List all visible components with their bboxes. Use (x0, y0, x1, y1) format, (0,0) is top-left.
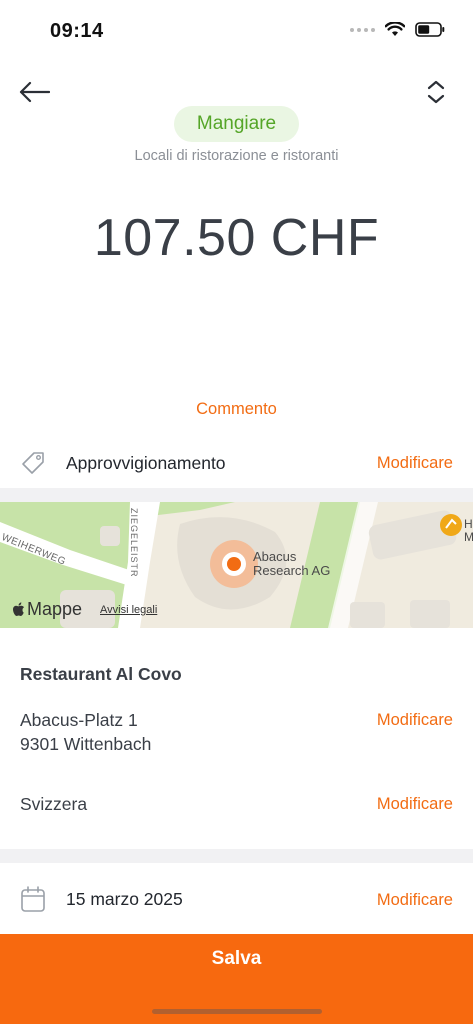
map-brand-label: Mappe (27, 599, 83, 619)
wifi-icon (385, 22, 405, 36)
address-country: Svizzera (20, 794, 88, 814)
battery-icon (415, 22, 445, 37)
edit-country-button[interactable]: Modificare (377, 795, 453, 814)
edit-date-button[interactable]: Modificare (377, 891, 453, 910)
save-bar[interactable]: Salva (0, 934, 473, 1024)
arrow-left-icon (19, 81, 50, 103)
save-button[interactable]: Salva (0, 948, 473, 970)
edit-tag-button[interactable]: Modificare (377, 454, 453, 473)
map-poi-label: H M (464, 517, 473, 544)
comment-link[interactable]: Commento (0, 400, 473, 419)
home-indicator (152, 1009, 322, 1014)
apple-logo-icon (13, 602, 24, 616)
cellular-signal-icon (350, 27, 375, 32)
tag-row[interactable]: Approvvigionamento Modificare (0, 445, 473, 483)
calendar-icon (21, 886, 45, 912)
edit-address-button[interactable]: Modificare (377, 711, 453, 730)
date-label: 15 marzo 2025 (66, 889, 183, 909)
category-badge[interactable]: Mangiare (174, 106, 299, 142)
map-place-label: Abacus Research AG (253, 549, 331, 578)
tag-label: Approvvigionamento (66, 453, 226, 473)
map-legal-link[interactable]: Avvisi legali (100, 604, 157, 616)
map-view[interactable]: Abacus Research AG WEIHERWEG ZIEGELEISTR… (0, 502, 473, 628)
chevrons-collapse-icon (427, 80, 445, 104)
amount-display[interactable]: 107.50 CHF (0, 208, 473, 268)
map-street-vertical-label: ZIEGELEISTR (129, 508, 139, 578)
status-icons (350, 22, 445, 37)
address-street: Abacus-Platz 1 (20, 710, 138, 730)
top-navigation (0, 70, 473, 110)
collapse-button[interactable] (421, 76, 451, 108)
tag-icon (22, 452, 44, 474)
map-brand: Mappe (12, 599, 82, 620)
date-row[interactable]: 15 marzo 2025 Modificare (0, 880, 473, 918)
place-name: Restaurant Al Covo (20, 664, 182, 684)
back-button[interactable] (16, 74, 52, 110)
status-bar: 09:14 (0, 0, 473, 60)
category-subtitle: Locali di ristorazione e ristoranti (134, 148, 339, 164)
status-time: 09:14 (50, 20, 104, 42)
section-divider (0, 488, 473, 502)
address-city: 9301 Wittenbach (20, 734, 152, 754)
section-divider (0, 849, 473, 863)
